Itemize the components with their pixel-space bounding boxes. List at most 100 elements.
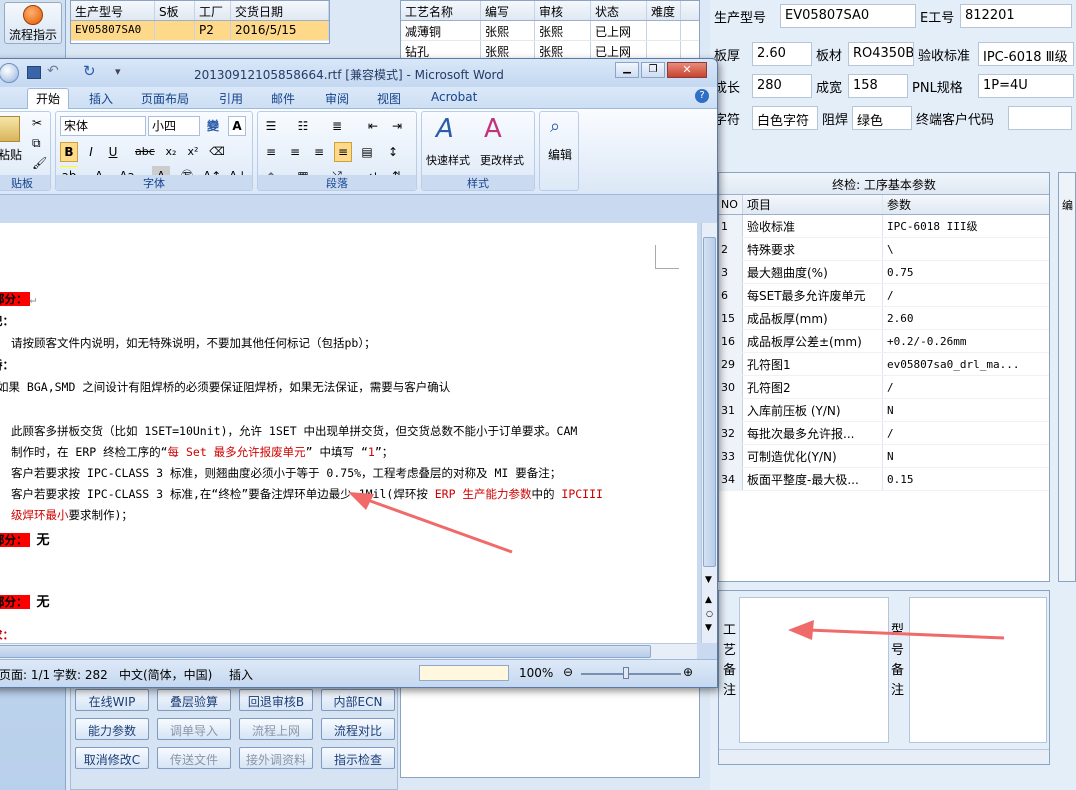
paste-label[interactable]: 粘贴 — [0, 146, 22, 163]
thickness-field[interactable]: 2.60 — [752, 42, 812, 66]
office-button[interactable] — [0, 63, 19, 83]
copy-icon[interactable]: ⧉ — [32, 136, 41, 151]
table-row[interactable]: EV05807SA0 P2 2016/5/15 — [71, 21, 329, 41]
col-header[interactable]: 审核 — [535, 1, 591, 20]
redo-icon[interactable]: ↻ — [83, 62, 96, 80]
font-name-select[interactable]: 宋体 — [60, 116, 146, 136]
numbering-button[interactable]: ☷ — [294, 116, 312, 136]
tab-mailings[interactable]: 邮件 — [271, 90, 295, 107]
multilevel-button[interactable]: ≣ — [328, 116, 346, 136]
col-header[interactable]: 项目 — [743, 195, 883, 214]
customize-qat-icon[interactable]: ▾ — [115, 65, 121, 78]
online-wip-button[interactable]: 在线WIP — [75, 689, 149, 711]
scroll-down-icon[interactable]: ▼ — [705, 575, 712, 585]
distribute-button[interactable]: ▤ — [358, 142, 376, 162]
quick-style-icon[interactable]: A — [436, 114, 454, 144]
param-row[interactable]: 32 每批次最多允许报... / — [719, 422, 1049, 445]
prev-page-icon[interactable]: ▲ — [705, 595, 712, 605]
align-left-button[interactable]: ≡ — [262, 142, 280, 162]
flow-online-button[interactable]: 流程上网 — [239, 718, 313, 740]
standard-field[interactable]: IPC-6018 Ⅲ级 — [978, 42, 1074, 66]
e-number-field[interactable]: 812201 — [960, 4, 1072, 28]
insert-mode[interactable]: 插入 — [229, 666, 253, 683]
internal-ecn-button[interactable]: 内部ECN — [321, 689, 395, 711]
notes-scrollbar[interactable] — [719, 749, 1049, 764]
end-customer-field[interactable] — [1008, 106, 1072, 130]
line-spacing-button[interactable]: ↕ — [384, 142, 402, 162]
tab-insert[interactable]: 插入 — [89, 90, 113, 107]
view-buttons[interactable] — [419, 665, 509, 681]
clear-format-icon[interactable]: ⌫ — [208, 142, 226, 162]
edit-button[interactable]: 编辑 — [548, 146, 572, 163]
col-header[interactable]: 生产型号 — [71, 1, 155, 20]
decrease-indent-button[interactable]: ⇤ — [364, 116, 382, 136]
strikethrough-button[interactable]: abc — [134, 142, 156, 162]
scroll-thumb[interactable] — [703, 237, 716, 567]
tab-page-layout[interactable]: 页面布局 — [141, 90, 189, 107]
pnl-field[interactable]: 1P=4U — [978, 74, 1074, 98]
find-icon[interactable]: ⌕ — [550, 116, 560, 137]
param-row[interactable]: 29 孔符图1 ev05807sa0_drl_ma... — [719, 353, 1049, 376]
send-file-button[interactable]: 传送文件 — [157, 747, 231, 769]
save-icon[interactable] — [27, 66, 41, 79]
bullets-button[interactable]: ☰ — [262, 116, 280, 136]
vertical-scrollbar[interactable]: ▼ ▲ ○ ▼ — [701, 223, 717, 643]
zoom-thumb[interactable] — [623, 667, 629, 679]
paste-icon[interactable] — [0, 116, 20, 142]
tab-acrobat[interactable]: Acrobat — [431, 90, 477, 104]
align-right-button[interactable]: ≡ — [310, 142, 328, 162]
hscroll-thumb[interactable] — [0, 645, 651, 658]
param-row[interactable]: 30 孔符图2 / — [719, 376, 1049, 399]
bold-button[interactable]: B — [60, 142, 78, 162]
soldermask-field[interactable]: 绿色 — [852, 106, 912, 130]
superscript-button[interactable]: x² — [184, 142, 202, 162]
language[interactable]: 中文(简体，中国) — [119, 666, 212, 683]
col-header[interactable]: S板 — [155, 1, 195, 20]
page-count[interactable]: 页面: 1/1 — [0, 666, 50, 683]
capability-params-button[interactable]: 能力参数 — [75, 718, 149, 740]
next-page-icon[interactable]: ▼ — [705, 623, 712, 633]
close-button[interactable]: ✕ — [667, 62, 707, 78]
change-case-icon[interactable]: 變 — [204, 116, 222, 136]
param-row[interactable]: 2 特殊要求 \ — [719, 238, 1049, 261]
param-row[interactable]: 3 最大翘曲度(%) 0.75 — [719, 261, 1049, 284]
craft-note-textarea[interactable] — [739, 597, 889, 743]
param-row[interactable]: 34 板面平整度-最大极... 0.15 — [719, 468, 1049, 491]
model-field[interactable]: EV05807SA0 — [780, 4, 916, 28]
external-data-button[interactable]: 接外调资料 — [239, 747, 313, 769]
col-header[interactable]: NO — [719, 195, 743, 214]
subscript-button[interactable]: x₂ — [162, 142, 180, 162]
undo-icon[interactable]: ↶ — [47, 63, 59, 79]
minimize-button[interactable]: ▁ — [615, 62, 639, 78]
horizontal-scrollbar[interactable] — [0, 643, 697, 659]
param-row[interactable]: 1 验收标准 IPC-6018 III级 — [719, 215, 1049, 238]
import-order-button[interactable]: 调单导入 — [157, 718, 231, 740]
param-row[interactable]: 16 成品板厚公差±(mm) +0.2/-0.26mm — [719, 330, 1049, 353]
increase-indent-button[interactable]: ⇥ — [388, 116, 406, 136]
cancel-edit-button[interactable]: 取消修改C — [75, 747, 149, 769]
document-page[interactable]: 部分：↵ 记： 请按顾客文件内说明，如无特殊说明，不要加其他任何标记（包括pb）… — [0, 223, 697, 643]
flow-indicator-button[interactable]: 流程指示 — [4, 2, 62, 44]
param-row[interactable]: 33 可制造优化(Y/N) N — [719, 445, 1049, 468]
format-painter-icon[interactable]: 🖌 — [32, 156, 47, 170]
length-field[interactable]: 280 — [752, 74, 812, 98]
col-header[interactable]: 工艺名称 — [401, 1, 481, 20]
change-style-button[interactable]: 更改样式 — [480, 152, 524, 168]
change-style-icon[interactable]: A — [484, 114, 502, 144]
justify-button[interactable]: ≡ — [334, 142, 352, 162]
zoom-level[interactable]: 100% — [519, 666, 553, 680]
tab-view[interactable]: 视图 — [377, 90, 401, 107]
silkscreen-field[interactable]: 白色字符 — [752, 106, 818, 130]
table-row[interactable]: 减薄铜 张熙 张熙 已上网 — [401, 21, 699, 41]
tab-home[interactable]: 开始 — [27, 88, 70, 109]
col-header[interactable]: 工厂 — [195, 1, 231, 20]
align-center-button[interactable]: ≡ — [286, 142, 304, 162]
cut-icon[interactable]: ✂ — [32, 116, 42, 130]
zoom-in-icon[interactable]: ⊕ — [683, 665, 693, 679]
char-border-icon[interactable]: A — [228, 116, 246, 136]
col-header[interactable]: 状态 — [591, 1, 647, 20]
browse-object-icon[interactable]: ○ — [706, 609, 713, 618]
col-header[interactable]: 参数 — [883, 195, 1028, 214]
param-row[interactable]: 15 成品板厚(mm) 2.60 — [719, 307, 1049, 330]
help-icon[interactable]: ? — [695, 89, 709, 103]
